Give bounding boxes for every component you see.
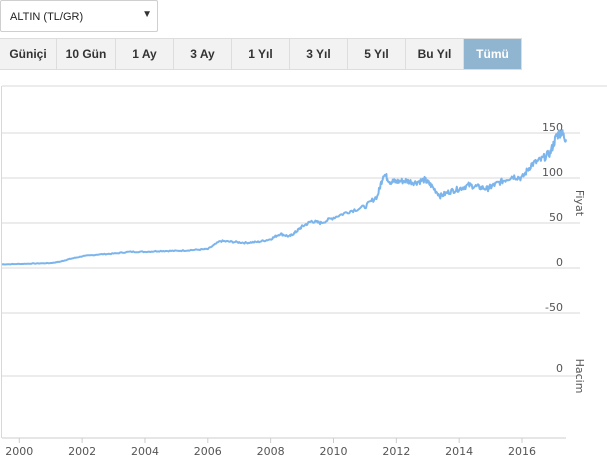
x-tick-label: 2010: [319, 445, 347, 458]
price-tick-label: 0: [556, 256, 563, 269]
x-tick-label: 2002: [68, 445, 96, 458]
x-tick-label: 2000: [5, 445, 33, 458]
price-tick-label: 100: [542, 166, 563, 179]
price-tick-label: 50: [549, 211, 563, 224]
x-tick-label: 2008: [257, 445, 285, 458]
volume-axis-title: Hacim: [573, 359, 586, 394]
x-tick-label: 2004: [131, 445, 159, 458]
x-tick-label: 2016: [508, 445, 536, 458]
price-series-line-0: [1, 129, 567, 266]
volume-tick-label: 0: [556, 362, 563, 375]
x-tick-label: 2006: [194, 445, 222, 458]
x-tick-label: 2014: [445, 445, 473, 458]
price-tick-label: -50: [545, 301, 563, 314]
price-axis-title: Fiyat: [573, 190, 586, 217]
price-chart: 150100500-500FiyatHacim2000 2002 2004 2006 2…: [1, 85, 607, 458]
x-tick-label: 2012: [382, 445, 410, 458]
